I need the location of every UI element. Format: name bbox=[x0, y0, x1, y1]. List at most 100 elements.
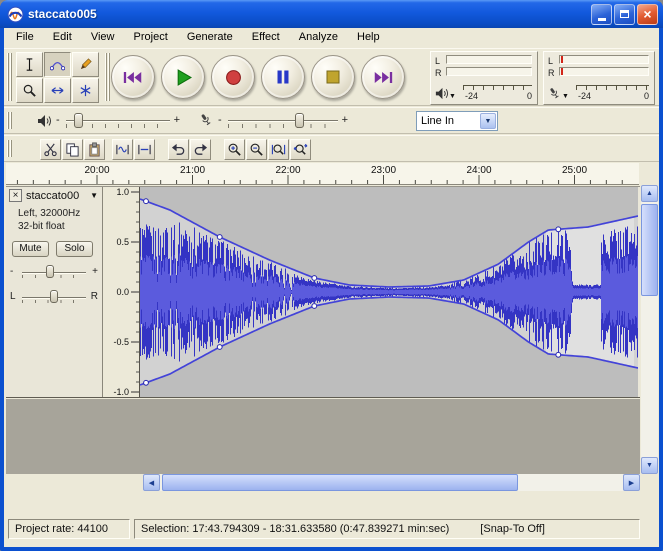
track-menu-dropdown-icon[interactable]: ▼ bbox=[90, 191, 98, 200]
track-title[interactable]: staccato00 bbox=[26, 190, 79, 202]
horizontal-scroll-track[interactable] bbox=[160, 474, 623, 491]
empty-track-area[interactable] bbox=[6, 399, 640, 474]
project-rate-field: Project rate: 44100 bbox=[8, 519, 130, 539]
selection-tool-button[interactable] bbox=[16, 52, 43, 77]
pan-slider[interactable]: L R bbox=[10, 288, 98, 308]
undo-button[interactable] bbox=[168, 139, 189, 160]
maximize-button[interactable] bbox=[614, 4, 635, 25]
paste-button[interactable] bbox=[84, 139, 105, 160]
play-meter-left-bar bbox=[446, 55, 532, 64]
timeline-ruler[interactable]: 20:0021:0022:0023:0024:0025:00 bbox=[6, 163, 639, 185]
input-volume-slider[interactable]: - + bbox=[218, 110, 348, 133]
mute-button[interactable]: Mute bbox=[12, 241, 49, 257]
record-button[interactable] bbox=[211, 55, 255, 99]
forward-icon bbox=[372, 70, 394, 85]
menu-project[interactable]: Project bbox=[126, 28, 176, 45]
record-meter-dropdown-icon[interactable]: ▼ bbox=[562, 93, 569, 100]
zoom-tool-button[interactable] bbox=[16, 78, 43, 103]
menu-effect[interactable]: Effect bbox=[244, 28, 288, 45]
play-meter-right-label: R bbox=[435, 68, 443, 78]
mixer-toolbar: - + - + Line In ▼ bbox=[4, 107, 659, 134]
copy-button[interactable] bbox=[62, 139, 83, 160]
record-meter-left-bar bbox=[559, 55, 649, 64]
minus-label: - bbox=[56, 114, 60, 126]
waveform-display[interactable] bbox=[140, 187, 638, 397]
chevron-down-icon: ▼ bbox=[485, 118, 492, 125]
stop-button[interactable] bbox=[311, 55, 355, 99]
play-meter[interactable]: L R ▼ -24 0 bbox=[430, 51, 538, 105]
plus-label: + bbox=[174, 114, 180, 126]
scroll-down-button[interactable]: ▼ bbox=[641, 457, 658, 474]
svg-text:0.5: 0.5 bbox=[116, 237, 129, 247]
track-control-panel: × staccato00 ▼ Left, 32000Hz 32-bit floa… bbox=[6, 187, 103, 397]
scroll-left-button[interactable]: ◀ bbox=[143, 474, 160, 491]
minimize-button[interactable] bbox=[591, 4, 612, 25]
svg-text:20:00: 20:00 bbox=[84, 165, 109, 176]
zoom-in-button[interactable] bbox=[224, 139, 245, 160]
fit-project-button[interactable] bbox=[290, 139, 311, 160]
fit-project-icon bbox=[293, 142, 308, 157]
horizontal-scroll-thumb[interactable] bbox=[162, 474, 518, 491]
draw-tool-button[interactable] bbox=[72, 52, 99, 77]
titlebar[interactable]: staccato005 × bbox=[0, 0, 663, 28]
edit-gripper[interactable] bbox=[7, 140, 13, 158]
zoom-out-button[interactable] bbox=[246, 139, 267, 160]
pan-left-label: L bbox=[10, 291, 16, 302]
app-icon bbox=[7, 6, 24, 23]
menu-help[interactable]: Help bbox=[349, 28, 388, 45]
track-close-button[interactable]: × bbox=[9, 189, 22, 202]
svg-text:21:00: 21:00 bbox=[180, 165, 205, 176]
vertical-scroll-track[interactable] bbox=[641, 202, 658, 457]
mixer-gripper[interactable] bbox=[7, 112, 13, 130]
menu-file[interactable]: File bbox=[8, 28, 42, 45]
arrow-left-icon: ◀ bbox=[149, 479, 154, 487]
solo-button[interactable]: Solo bbox=[56, 241, 93, 257]
record-meter[interactable]: L R ▼ -24 0 bbox=[543, 51, 655, 105]
gain-slider[interactable]: - + bbox=[10, 263, 98, 283]
cut-button[interactable] bbox=[40, 139, 61, 160]
trim-icon bbox=[115, 142, 130, 157]
ibeam-icon bbox=[22, 57, 37, 72]
window-title: staccato005 bbox=[28, 7, 589, 21]
app-window: staccato005 × File Edit View Project Gen… bbox=[0, 0, 663, 551]
toolbar-gripper[interactable] bbox=[7, 53, 13, 100]
fit-selection-button[interactable] bbox=[268, 139, 289, 160]
scale-ticks bbox=[463, 86, 532, 90]
trim-button[interactable] bbox=[112, 139, 133, 160]
output-volume-slider[interactable]: - + bbox=[56, 110, 180, 133]
forward-button[interactable] bbox=[361, 55, 405, 99]
menu-view[interactable]: View bbox=[83, 28, 123, 45]
play-meter-dropdown-icon[interactable]: ▼ bbox=[449, 93, 456, 100]
close-button[interactable]: × bbox=[637, 4, 658, 25]
vertical-scrollbar[interactable]: ▲ ▼ bbox=[641, 185, 658, 474]
vertical-scroll-thumb[interactable] bbox=[641, 204, 658, 296]
input-volume-thumb[interactable] bbox=[295, 113, 304, 128]
combo-dropdown-button[interactable]: ▼ bbox=[480, 113, 496, 129]
output-volume-thumb[interactable] bbox=[74, 113, 83, 128]
input-source-combo[interactable]: Line In ▼ bbox=[416, 111, 498, 131]
record-meter-scale: -24 0 bbox=[576, 85, 649, 102]
play-icon bbox=[175, 69, 192, 86]
timeshift-tool-button[interactable] bbox=[44, 78, 71, 103]
redo-button[interactable] bbox=[190, 139, 211, 160]
rewind-button[interactable] bbox=[111, 55, 155, 99]
pencil-icon bbox=[78, 57, 93, 72]
menu-generate[interactable]: Generate bbox=[179, 28, 241, 45]
multi-tool-button[interactable] bbox=[72, 78, 99, 103]
horizontal-scrollbar[interactable]: ◀ ▶ bbox=[143, 474, 640, 491]
menu-edit[interactable]: Edit bbox=[45, 28, 80, 45]
zoom-in-icon bbox=[227, 142, 242, 157]
gain-thumb[interactable] bbox=[46, 265, 54, 278]
pause-button[interactable] bbox=[261, 55, 305, 99]
stop-icon bbox=[325, 69, 341, 85]
scroll-right-button[interactable]: ▶ bbox=[623, 474, 640, 491]
envelope-tool-button[interactable] bbox=[44, 52, 71, 77]
scroll-up-button[interactable]: ▲ bbox=[641, 185, 658, 202]
pan-thumb[interactable] bbox=[50, 290, 58, 303]
selection-text: Selection: 17:43.794309 - 18:31.633580 (… bbox=[141, 523, 449, 535]
play-button[interactable] bbox=[161, 55, 205, 99]
vertical-ruler[interactable]: 1.00.50.0-0.5-1.0 bbox=[103, 187, 140, 397]
menu-analyze[interactable]: Analyze bbox=[291, 28, 346, 45]
silence-button[interactable] bbox=[134, 139, 155, 160]
record-icon bbox=[225, 69, 242, 86]
